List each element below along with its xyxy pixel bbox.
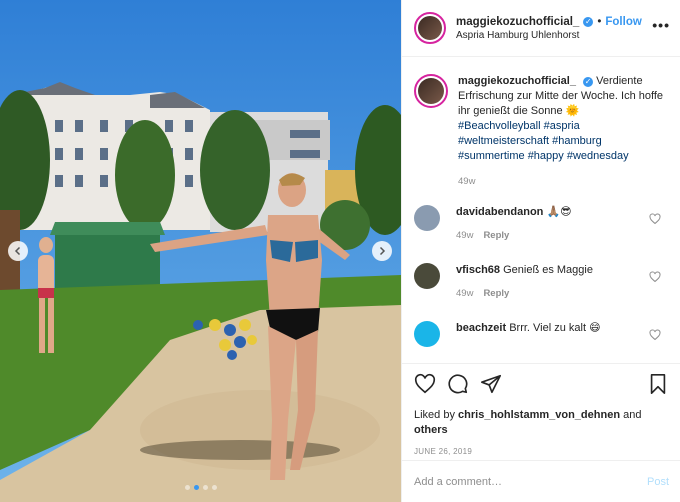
comments-list[interactable]: maggiekozuchofficial_ ✓ Verdiente Erfris… [402, 58, 680, 363]
hashtag-link[interactable]: #aspria [544, 120, 580, 132]
header-username[interactable]: maggiekozuchofficial_ [456, 16, 579, 28]
carousel-previous-button[interactable] [8, 241, 28, 261]
comment-like-heart-icon[interactable] [649, 329, 661, 341]
follow-button[interactable]: Follow [605, 16, 641, 28]
chevron-left-icon [14, 246, 21, 256]
location-link[interactable]: Aspria Hamburg Uhlenhorst [456, 30, 652, 41]
comment-avatar[interactable] [414, 263, 440, 289]
verified-badge-icon: ✓ [583, 76, 594, 87]
verified-badge-icon: ✓ [583, 16, 594, 27]
more-options-icon[interactable]: ••• [652, 17, 670, 33]
comment-timestamp[interactable]: 49w [456, 230, 473, 241]
comment-text: Brrr. Viel zu kalt 😄 [509, 322, 601, 334]
hashtag-link[interactable]: #weltmeisterschaft [458, 135, 549, 147]
caption-timestamp: 49w [458, 176, 476, 187]
liked-by-user-link[interactable]: chris_hohlstamm_von_dehnen [458, 409, 620, 421]
post-header: maggiekozuchofficial_ ✓ • Follow Aspria … [402, 0, 680, 57]
header-separator: • [597, 15, 602, 28]
post-caption: maggiekozuchofficial_ ✓ Verdiente Erfris… [402, 58, 680, 189]
likes-prefix: Liked by [414, 409, 455, 421]
comment-like-heart-icon[interactable] [649, 271, 661, 283]
carousel-dot [211, 485, 217, 490]
avatar[interactable] [414, 12, 446, 44]
comment-icon[interactable] [447, 373, 469, 395]
caption-username[interactable]: maggiekozuchofficial_ [458, 75, 576, 87]
reply-button[interactable]: Reply [483, 230, 509, 241]
carousel-dot [202, 485, 208, 490]
comment-avatar[interactable] [414, 205, 440, 231]
comment-item: davidabendanon 🙏🏽😎 49w Reply [402, 205, 680, 243]
bookmark-icon[interactable] [647, 373, 669, 395]
chevron-right-icon [379, 246, 386, 256]
post-photo[interactable] [0, 0, 401, 502]
likes-summary: Liked by chris_hohlstamm_von_dehnen and … [414, 408, 669, 438]
post-comment-button[interactable]: Post [647, 476, 669, 488]
likes-and: and [623, 409, 642, 421]
comment-like-heart-icon[interactable] [649, 213, 661, 225]
comment-item: beachzeit Brrr. Viel zu kalt 😄 [402, 321, 680, 347]
carousel-dot [193, 485, 199, 490]
post-date[interactable]: JUNE 26, 2019 [414, 447, 669, 456]
hashtag-link[interactable]: #hamburg [552, 135, 602, 147]
comment-username[interactable]: davidabendanon [456, 206, 543, 218]
caption-hashtags: #Beachvolleyball #aspria #weltmeistersch… [458, 120, 629, 162]
post-actions: Liked by chris_hohlstamm_von_dehnen and … [402, 363, 680, 456]
carousel-indicator [0, 485, 401, 490]
comment-avatar[interactable] [414, 321, 440, 347]
comment-text: 🙏🏽😎 [546, 206, 572, 218]
comment-item: vfisch68 Genieß es Maggie 49w Reply [402, 263, 680, 301]
comment-input[interactable] [414, 475, 647, 488]
hashtag-link[interactable]: #Beachvolleyball [458, 120, 541, 132]
comment-username[interactable]: beachzeit [456, 322, 506, 334]
caption-avatar[interactable] [414, 74, 448, 108]
heart-icon[interactable] [414, 373, 436, 395]
carousel-next-button[interactable] [372, 241, 392, 261]
hashtag-link[interactable]: #summertime [458, 150, 525, 162]
share-icon[interactable] [480, 373, 502, 395]
carousel-dot [184, 485, 190, 490]
sun-emoji: 🌞 [565, 105, 580, 117]
liked-by-others-link[interactable]: others [414, 424, 448, 436]
post-details-panel: maggiekozuchofficial_ ✓ • Follow Aspria … [401, 0, 680, 502]
comment-text: Genieß es Maggie [503, 264, 593, 276]
comment-timestamp[interactable]: 49w [456, 288, 473, 299]
reply-button[interactable]: Reply [483, 288, 509, 299]
add-comment-bar: Post [402, 460, 680, 502]
comment-username[interactable]: vfisch68 [456, 264, 500, 276]
hashtag-link[interactable]: #wednesday [567, 150, 629, 162]
hashtag-link[interactable]: #happy [528, 150, 564, 162]
photo-image [0, 0, 401, 502]
